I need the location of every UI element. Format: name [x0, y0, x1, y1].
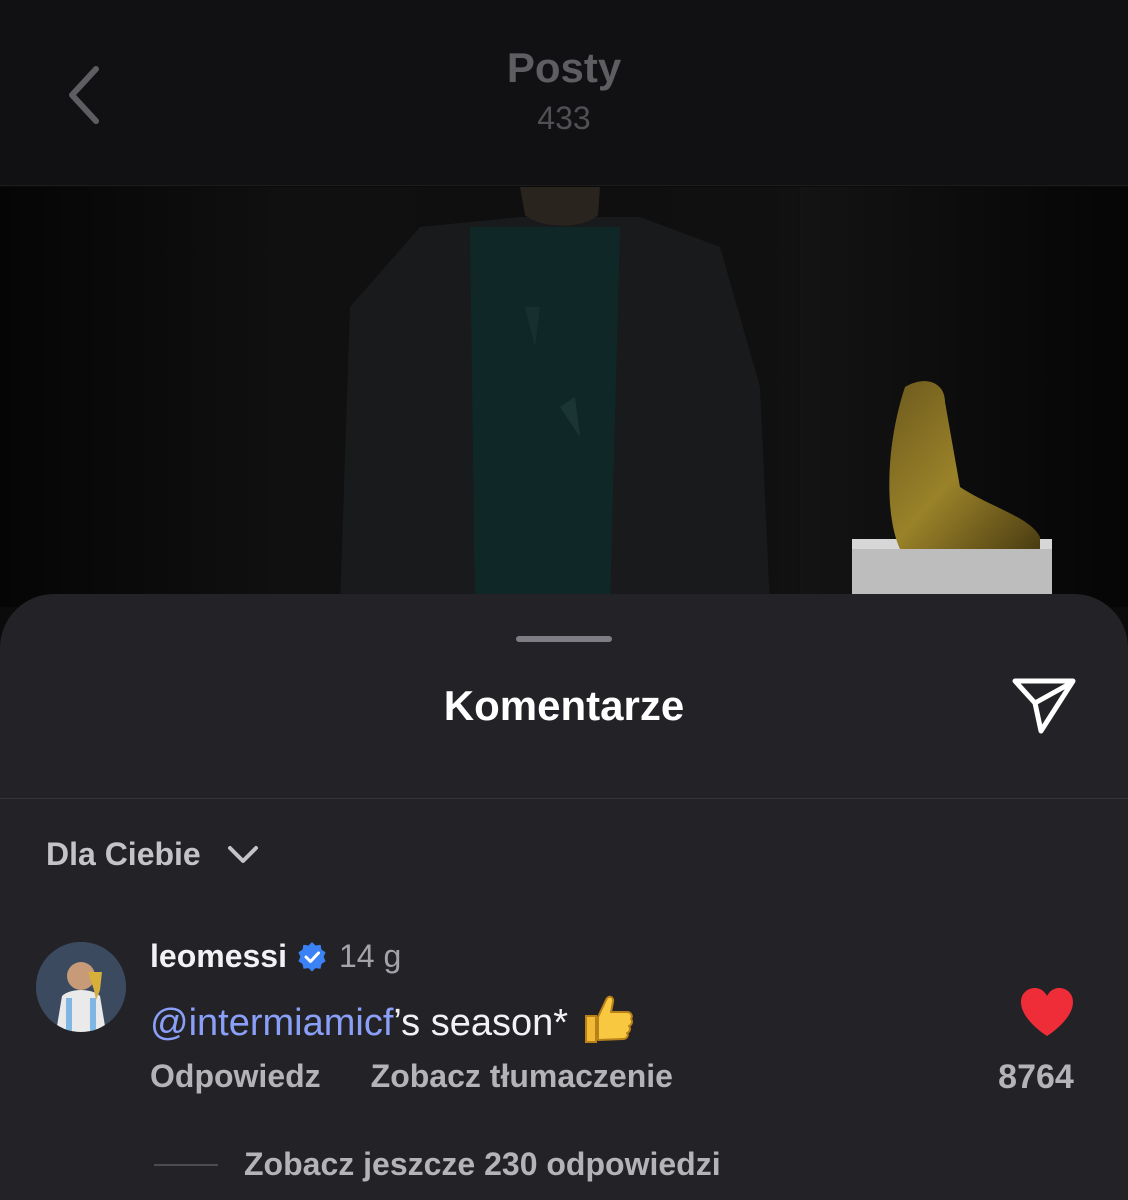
comment-body: ’s season* — [393, 1001, 569, 1044]
sheet-grabber[interactable] — [516, 636, 612, 642]
see-translation-button[interactable]: Zobacz tłumaczenie — [371, 1058, 673, 1095]
comment-header: leomessi 14 g — [150, 938, 401, 975]
screen: Posty 433 Komentarze Dla Ciebie leomessi… — [0, 0, 1128, 1200]
page-title: Posty — [506, 44, 622, 91]
comment-time: 14 g — [338, 938, 402, 974]
top-header: Posty 433 — [0, 0, 1128, 186]
sheet-title: Komentarze — [443, 682, 685, 729]
comment-mention[interactable]: @intermiamicf — [150, 1002, 393, 1045]
verified-badge-icon — [298, 941, 326, 971]
post-photo-illustration — [0, 187, 1128, 607]
share-button[interactable] — [1004, 670, 1084, 740]
sort-label: Dla Ciebie — [46, 836, 201, 872]
paper-plane-icon — [1012, 678, 1076, 734]
post-count: 433 — [537, 100, 591, 136]
comment-username[interactable]: leomessi — [150, 938, 287, 975]
chevron-down-icon — [227, 845, 258, 863]
sheet-divider — [0, 798, 1128, 799]
thumbs-up-emoji-icon — [582, 992, 634, 1054]
like-button[interactable] — [1018, 986, 1076, 1038]
avatar-image — [36, 942, 126, 1032]
heart-icon — [1021, 988, 1073, 1036]
like-count: 8764 — [998, 1058, 1074, 1096]
replies-line — [154, 1163, 218, 1166]
comment-text: @intermiamicf ’s season* — [150, 992, 634, 1054]
avatar[interactable] — [36, 942, 126, 1032]
comments-sheet: Komentarze Dla Ciebie leomessi 14 g @int… — [0, 594, 1128, 1200]
post-image[interactable] — [0, 187, 1128, 607]
view-more-replies-button[interactable]: Zobacz jeszcze 230 odpowiedzi — [154, 1146, 721, 1183]
reply-button[interactable]: Odpowiedz — [150, 1058, 321, 1095]
comment-actions: Odpowiedz Zobacz tłumaczenie — [150, 1058, 673, 1095]
view-more-replies-label: Zobacz jeszcze 230 odpowiedzi — [244, 1146, 721, 1182]
sort-dropdown[interactable]: Dla Ciebie — [46, 836, 259, 873]
